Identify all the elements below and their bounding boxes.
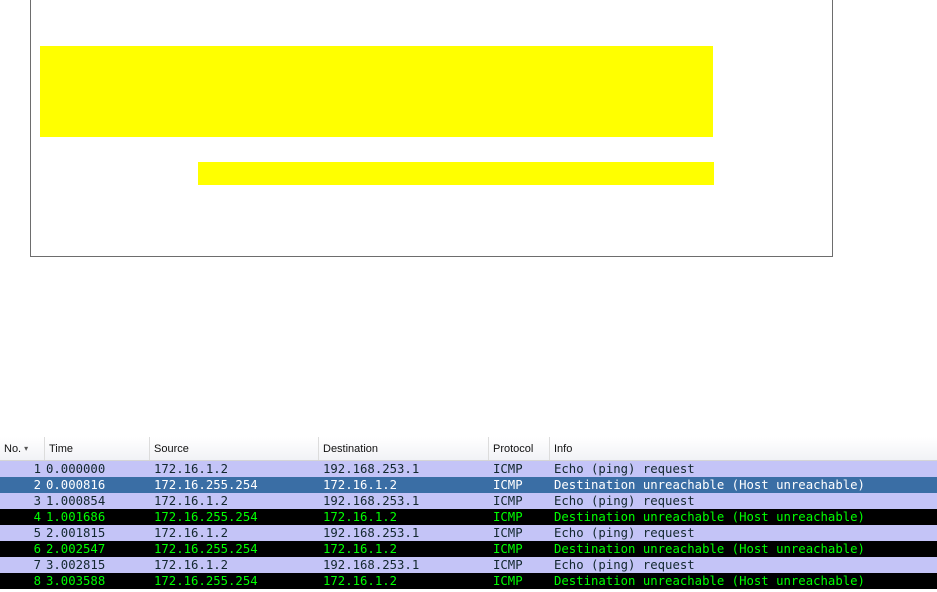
- packet-destination: 192.168.253.1: [323, 494, 420, 508]
- packet-row[interactable]: 8 3.003588 172.16.255.254 172.16.1.2 ICMP Des…: [0, 573, 937, 589]
- packet-info: Destination unreachable (Host unreachabl…: [554, 542, 865, 556]
- packet-no: 8: [33, 574, 41, 588]
- packet-row[interactable]: 6 2.002547 172.16.255.254 172.16.1.2 ICMP Des…: [0, 541, 937, 557]
- packet-info: Echo (ping) request: [554, 526, 695, 540]
- packet-source: 172.16.1.2: [154, 462, 229, 476]
- packet-destination: 172.16.1.2: [323, 510, 398, 524]
- packet-time: 3.003588: [46, 574, 106, 588]
- column-header-time-label: Time: [49, 442, 74, 455]
- packet-time: 0.000816: [46, 478, 106, 492]
- column-header-time[interactable]: Time: [45, 437, 150, 460]
- packet-protocol: ICMP: [493, 574, 523, 588]
- packet-no: 7: [33, 558, 41, 572]
- packet-destination: 192.168.253.1: [323, 462, 420, 476]
- packet-time: 1.000854: [46, 494, 106, 508]
- column-header-info-label: Info: [554, 442, 573, 455]
- column-header-destination[interactable]: Destination: [319, 437, 489, 460]
- packet-protocol: ICMP: [493, 510, 523, 524]
- packet-source: 172.16.1.2: [154, 558, 229, 572]
- column-header-destination-label: Destination: [323, 442, 379, 455]
- column-header-no[interactable]: No. ▾: [0, 437, 45, 460]
- packet-info: Destination unreachable (Host unreachabl…: [554, 510, 865, 524]
- packet-destination: 172.16.1.2: [323, 574, 398, 588]
- packet-info: Echo (ping) request: [554, 494, 695, 508]
- packet-rows: 1 0.000000 172.16.1.2 192.168.253.1 ICMP Echo…: [0, 461, 937, 589]
- packet-protocol: ICMP: [493, 558, 523, 572]
- packet-protocol: ICMP: [493, 542, 523, 556]
- packet-destination: 192.168.253.1: [323, 526, 420, 540]
- sort-descending-icon: ▾: [24, 444, 29, 453]
- packet-protocol: ICMP: [493, 526, 523, 540]
- packet-list: No. ▾ Time Source Destination Protocol I…: [0, 437, 937, 592]
- packet-time: 3.002815: [46, 558, 106, 572]
- packet-destination: 192.168.253.1: [323, 558, 420, 572]
- packet-time: 2.002547: [46, 542, 106, 556]
- packet-destination: 172.16.1.2: [323, 478, 398, 492]
- column-header-protocol-label: Protocol: [493, 442, 534, 455]
- packet-no: 6: [33, 542, 41, 556]
- packet-row[interactable]: 7 3.002815 172.16.1.2 192.168.253.1 ICMP Echo…: [0, 557, 937, 573]
- column-header-no-label: No.: [4, 442, 22, 455]
- packet-protocol: ICMP: [493, 494, 523, 508]
- packet-row[interactable]: 2 0.000816 172.16.255.254 172.16.1.2 ICMP Des…: [0, 477, 937, 493]
- redaction-highlight-block: [40, 46, 713, 137]
- packet-row[interactable]: 5 2.001815 172.16.1.2 192.168.253.1 ICMP Echo…: [0, 525, 937, 541]
- column-header-source[interactable]: Source: [150, 437, 319, 460]
- column-header-protocol[interactable]: Protocol: [489, 437, 550, 460]
- packet-no: 2: [33, 478, 41, 492]
- redacted-panel: [30, 0, 833, 257]
- packet-info: Echo (ping) request: [554, 462, 695, 476]
- packet-source: 172.16.1.2: [154, 526, 229, 540]
- packet-row[interactable]: 1 0.000000 172.16.1.2 192.168.253.1 ICMP Echo…: [0, 461, 937, 477]
- packet-source: 172.16.1.2: [154, 494, 229, 508]
- packet-source: 172.16.255.254: [154, 574, 258, 588]
- packet-destination: 172.16.1.2: [323, 542, 398, 556]
- packet-info: Echo (ping) request: [554, 558, 695, 572]
- packet-info: Destination unreachable (Host unreachabl…: [554, 478, 865, 492]
- packet-source: 172.16.255.254: [154, 478, 258, 492]
- column-header-source-label: Source: [154, 442, 189, 455]
- packet-time: 0.000000: [46, 462, 106, 476]
- packet-time: 2.001815: [46, 526, 106, 540]
- packet-source: 172.16.255.254: [154, 510, 258, 524]
- packet-info: Destination unreachable (Host unreachabl…: [554, 574, 865, 588]
- packet-protocol: ICMP: [493, 478, 523, 492]
- packet-protocol: ICMP: [493, 462, 523, 476]
- redaction-highlight-bar: [198, 162, 714, 185]
- packet-no: 1: [33, 462, 41, 476]
- column-header-info[interactable]: Info: [550, 437, 937, 460]
- packet-no: 3: [33, 494, 41, 508]
- packet-no: 5: [33, 526, 41, 540]
- packet-row[interactable]: 3 1.000854 172.16.1.2 192.168.253.1 ICMP Echo…: [0, 493, 937, 509]
- packet-time: 1.001686: [46, 510, 106, 524]
- packet-no: 4: [33, 510, 41, 524]
- packet-source: 172.16.255.254: [154, 542, 258, 556]
- packet-row[interactable]: 4 1.001686 172.16.255.254 172.16.1.2 ICMP Des…: [0, 509, 937, 525]
- packet-list-header: No. ▾ Time Source Destination Protocol I…: [0, 437, 937, 461]
